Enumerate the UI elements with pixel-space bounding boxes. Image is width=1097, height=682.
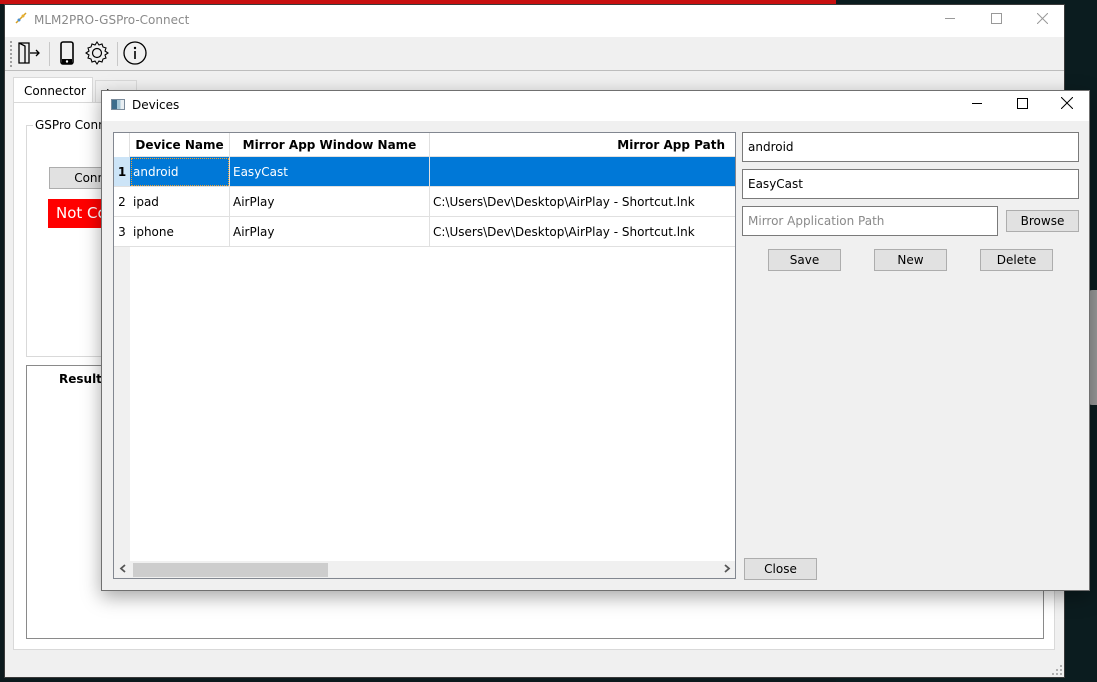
scroll-left-button[interactable] bbox=[114, 561, 131, 578]
column-header-device-name[interactable]: Device Name bbox=[130, 133, 230, 157]
exit-button[interactable] bbox=[15, 40, 43, 68]
cell-app-path[interactable]: C:\Users\Dev\Desktop\AirPlay - Shortcut.… bbox=[430, 187, 735, 217]
devices-table[interactable]: Device Name Mirror App Window Name Mirro… bbox=[113, 132, 736, 579]
window-icon bbox=[111, 99, 125, 110]
toolbar-grip[interactable] bbox=[10, 41, 12, 67]
close-button[interactable] bbox=[1019, 5, 1065, 35]
table-row[interactable]: 1 android EasyCast bbox=[114, 157, 735, 187]
minimize-icon bbox=[971, 97, 983, 113]
table-corner[interactable] bbox=[114, 133, 130, 157]
cell-app-path[interactable]: C:\Users\Dev\Desktop\AirPlay - Shortcut.… bbox=[430, 217, 735, 247]
window-name-input[interactable]: EasyCast bbox=[742, 169, 1079, 199]
toolbar-separator bbox=[49, 42, 50, 66]
toolbar-separator bbox=[117, 42, 118, 66]
dialog-title: Devices bbox=[132, 98, 180, 112]
cell-window-name[interactable]: EasyCast bbox=[230, 157, 430, 187]
save-button[interactable]: Save bbox=[768, 249, 841, 271]
exit-icon bbox=[17, 41, 41, 67]
close-icon bbox=[1036, 12, 1048, 28]
cell-window-name[interactable]: AirPlay bbox=[230, 217, 430, 247]
row-header[interactable]: 3 bbox=[114, 217, 130, 247]
device-phone-icon bbox=[60, 40, 74, 68]
dialog-titlebar[interactable]: Devices bbox=[102, 91, 1089, 121]
minimize-icon bbox=[944, 12, 956, 28]
table-row[interactable]: 2 ipad AirPlay C:\Users\Dev\Desktop\AirP… bbox=[114, 187, 735, 217]
delete-button[interactable]: Delete bbox=[980, 249, 1053, 271]
main-window-title: MLM2PRO-GSPro-Connect bbox=[34, 13, 190, 27]
close-dialog-button[interactable]: Close bbox=[744, 558, 817, 580]
info-icon bbox=[123, 40, 147, 68]
maximize-icon bbox=[990, 12, 1002, 28]
cell-device-name[interactable]: android bbox=[130, 157, 230, 187]
column-header-app-path[interactable]: Mirror App Path bbox=[430, 133, 735, 157]
row-header[interactable]: 2 bbox=[114, 187, 130, 217]
dialog-close-button[interactable] bbox=[1044, 91, 1090, 119]
cell-app-path[interactable] bbox=[430, 157, 735, 187]
dialog-minimize-button[interactable] bbox=[954, 91, 1000, 119]
chevron-right-icon bbox=[723, 563, 731, 576]
row-header[interactable]: 1 bbox=[114, 157, 130, 187]
horizontal-scrollbar[interactable] bbox=[114, 561, 735, 578]
devices-button[interactable] bbox=[53, 40, 81, 68]
app-icon bbox=[15, 12, 29, 26]
table-header: Device Name Mirror App Window Name Mirro… bbox=[114, 133, 735, 157]
column-header-window-name[interactable]: Mirror App Window Name bbox=[230, 133, 430, 157]
cell-window-name[interactable]: AirPlay bbox=[230, 187, 430, 217]
device-name-input[interactable]: android bbox=[742, 132, 1079, 162]
result-title: Result bbox=[59, 372, 102, 386]
close-icon bbox=[1060, 96, 1074, 113]
devices-dialog: Devices Device Name Mirror App Window Na… bbox=[101, 90, 1090, 591]
about-button[interactable] bbox=[121, 40, 149, 68]
browse-button[interactable]: Browse bbox=[1006, 210, 1079, 232]
main-titlebar[interactable]: MLM2PRO-GSPro-Connect bbox=[5, 5, 1064, 37]
maximize-button[interactable] bbox=[973, 5, 1019, 35]
minimize-button[interactable] bbox=[927, 5, 973, 35]
cell-device-name[interactable]: ipad bbox=[130, 187, 230, 217]
toolbar bbox=[5, 37, 1064, 71]
scroll-right-button[interactable] bbox=[718, 561, 735, 578]
table-row[interactable]: 3 iphone AirPlay C:\Users\Dev\Desktop\Ai… bbox=[114, 217, 735, 247]
chevron-left-icon bbox=[119, 563, 127, 576]
resize-grip[interactable] bbox=[1052, 665, 1062, 675]
settings-button[interactable] bbox=[83, 40, 111, 68]
scroll-thumb[interactable] bbox=[133, 563, 328, 577]
gear-icon bbox=[84, 40, 110, 69]
maximize-icon bbox=[1016, 97, 1028, 113]
new-button[interactable]: New bbox=[874, 249, 947, 271]
tab-connector[interactable]: Connector bbox=[13, 77, 93, 103]
cell-device-name[interactable]: iphone bbox=[130, 217, 230, 247]
dialog-maximize-button[interactable] bbox=[999, 91, 1045, 119]
app-path-input[interactable]: Mirror Application Path bbox=[742, 206, 998, 236]
